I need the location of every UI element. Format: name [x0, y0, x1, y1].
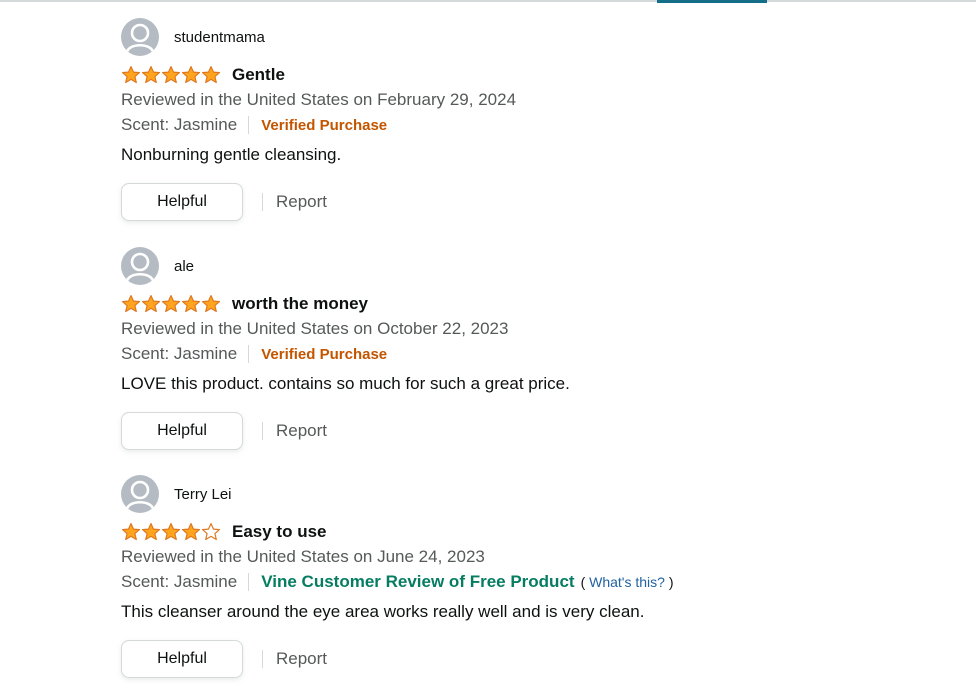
- product-variant[interactable]: Scent: Jasmine: [121, 115, 237, 135]
- vine-info: ( What's this? ): [581, 574, 674, 590]
- reviewer-name: ale: [174, 257, 195, 275]
- divider: [262, 650, 263, 668]
- star-empty-icon: [201, 523, 221, 541]
- star-filled-icon: [181, 66, 201, 84]
- review-date: Reviewed in the United States on June 24…: [121, 547, 485, 566]
- star-filled-icon: [181, 523, 201, 541]
- helpful-button[interactable]: Helpful: [121, 183, 243, 221]
- avatar-icon: [121, 475, 159, 513]
- star-filled-icon: [161, 66, 181, 84]
- helpful-button[interactable]: Helpful: [121, 412, 243, 450]
- star-filled-icon: [201, 295, 221, 313]
- verified-purchase-badge: Verified Purchase: [261, 116, 388, 134]
- reviews-page: studentmama Gentle Reviewed in the Unite…: [0, 0, 976, 685]
- reviewer-profile[interactable]: ale: [121, 247, 941, 285]
- review-card: ale worth the money Reviewed in the Unit…: [121, 247, 941, 451]
- review-date: Reviewed in the United States on October…: [121, 319, 509, 338]
- divider: [248, 345, 250, 363]
- review-text: This cleanser around the eye area works …: [121, 602, 645, 621]
- divider: [248, 573, 250, 591]
- star-filled-icon: [141, 295, 161, 313]
- product-variant[interactable]: Scent: Jasmine: [121, 572, 237, 592]
- verified-purchase-badge: Verified Purchase: [261, 345, 388, 363]
- review-text: LOVE this product. contains so much for …: [121, 374, 570, 393]
- star-filled-icon: [161, 523, 181, 541]
- review-card: studentmama Gentle Reviewed in the Unite…: [121, 18, 941, 222]
- active-tab-indicator: [657, 0, 767, 3]
- star-filled-icon: [141, 523, 161, 541]
- star-filled-icon: [201, 66, 221, 84]
- divider: [262, 193, 263, 211]
- star-filled-icon: [161, 295, 181, 313]
- product-variant[interactable]: Scent: Jasmine: [121, 344, 237, 364]
- reviewer-name: studentmama: [174, 28, 265, 46]
- divider: [262, 422, 263, 440]
- star-rating[interactable]: [121, 65, 221, 85]
- reviewer-profile[interactable]: Terry Lei: [121, 475, 941, 513]
- star-filled-icon: [121, 523, 141, 541]
- star-filled-icon: [121, 66, 141, 84]
- report-link[interactable]: Report: [276, 649, 327, 669]
- review-title[interactable]: Easy to use: [232, 522, 327, 542]
- reviewer-profile[interactable]: studentmama: [121, 18, 941, 56]
- paren-open: (: [580, 574, 586, 590]
- report-link[interactable]: Report: [276, 421, 327, 441]
- star-rating[interactable]: [121, 294, 221, 314]
- avatar-icon: [121, 247, 159, 285]
- whats-this-link[interactable]: What's this?: [589, 574, 665, 590]
- reviewer-name: Terry Lei: [174, 485, 232, 503]
- report-link[interactable]: Report: [276, 192, 327, 212]
- star-rating[interactable]: [121, 522, 221, 542]
- avatar-icon: [121, 18, 159, 56]
- review-text: Nonburning gentle cleansing.: [121, 145, 342, 164]
- review-title[interactable]: Gentle: [232, 65, 285, 85]
- paren-close: ): [668, 574, 674, 590]
- star-filled-icon: [141, 66, 161, 84]
- review-card: Terry Lei Easy to use Reviewed in the Un…: [121, 475, 941, 679]
- top-divider: [0, 0, 976, 2]
- divider: [248, 116, 250, 134]
- vine-review-badge: Vine Customer Review of Free Product: [261, 572, 575, 591]
- star-filled-icon: [121, 295, 141, 313]
- star-filled-icon: [181, 295, 201, 313]
- review-title[interactable]: worth the money: [232, 294, 368, 314]
- helpful-button[interactable]: Helpful: [121, 640, 243, 678]
- review-date: Reviewed in the United States on Februar…: [121, 90, 517, 109]
